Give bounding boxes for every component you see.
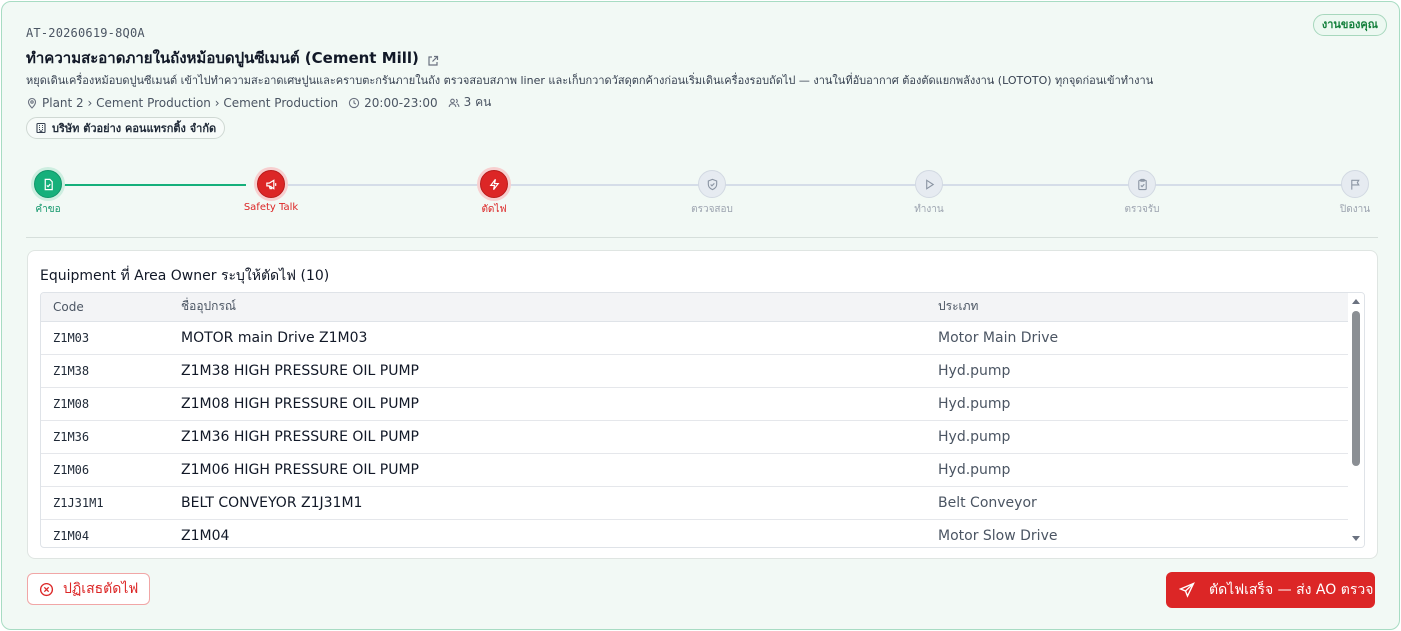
clock-icon [349,97,360,108]
location-text: Plant 2 › Cement Production › Cement Pro… [42,95,339,110]
cell-type: Motor Main Drive [926,321,1349,355]
reject-power-off-button[interactable]: ปฏิเสธตัดไฟ [27,573,151,605]
location-info: Plant 2 › Cement Production › Cement Pro… [26,96,338,110]
power-off-done-button[interactable]: ตัดไฟเสร็จ — ส่ง AO ตรวจ [1166,572,1375,608]
cell-name: Z1M38 HIGH PRESSURE OIL PUMP [169,354,926,388]
step-label: คำขอ [35,204,61,215]
cell-type: Hyd.pump [926,387,1349,421]
table-row[interactable]: Z1M38 Z1M38 HIGH PRESSURE OIL PUMP Hyd.p… [41,354,1349,388]
cell-type: Belt Conveyor [926,486,1349,520]
table-scrollbar[interactable] [1348,293,1364,547]
cell-name: Z1M04 [169,519,926,547]
step-close[interactable]: ปิดงาน [1315,170,1395,217]
column-header-name[interactable]: ชื่ออุปกรณ์ [169,293,926,322]
cell-name: Z1M06 HIGH PRESSURE OIL PUMP [169,453,926,487]
step-work[interactable]: ทำงาน [889,170,969,217]
file-check-icon [44,178,53,190]
table-row[interactable]: Z1M04 Z1M04 Motor Slow Drive [41,519,1349,547]
permit-card: AT-20260619-8Q0A งานของคุณ ทำความสะอาดภา… [1,1,1400,630]
task-description: หยุดเดินเครื่องหม้อบดปูนซีเมนต์ เข้าไปทำ… [26,74,1154,87]
cell-name: Z1M36 HIGH PRESSURE OIL PUMP [169,420,926,454]
step-circle [480,170,508,198]
table-header-row: Code ชื่ออุปกรณ์ ประเภท [41,293,1349,322]
megaphone-icon [265,178,276,190]
step-circle [915,170,943,198]
step-circle [257,170,285,198]
step-connector [271,184,1363,186]
cell-type: Hyd.pump [926,354,1349,388]
people-text: 3 คน [463,95,492,109]
task-meta: Plant 2 › Cement Production › Cement Pro… [26,93,491,112]
step-circle [1128,170,1156,198]
table-row[interactable]: Z1M36 Z1M36 HIGH PRESSURE OIL PUMP Hyd.p… [41,420,1349,454]
title-row: ทำความสะอาดภายในถังหม้อบดปูนซีเมนต์ (Cem… [26,46,439,70]
company-badge: บริษัท ตัวอย่าง คอนแทรกติ้ง จำกัด [26,117,226,139]
cell-code: Z1M03 [41,321,169,355]
step-label: ตรวจสอบ [691,204,733,215]
step-circle [34,170,62,198]
flag-icon [1350,179,1360,190]
cell-type: Hyd.pump [926,453,1349,487]
cell-name: MOTOR main Drive Z1M03 [169,321,926,355]
cell-type: Hyd.pump [926,420,1349,454]
step-label: ตัดไฟ [481,204,507,215]
step-circle [1341,170,1369,198]
step-label: ตรวจรับ [1124,204,1160,215]
external-link-icon[interactable] [427,52,439,66]
play-icon [925,178,934,190]
send-icon [1179,582,1195,598]
map-pin-icon [27,97,37,109]
cell-code: Z1M08 [41,387,169,421]
cell-name: BELT CONVEYOR Z1J31M1 [169,486,926,520]
your-task-badge: งานของคุณ [1312,14,1387,36]
cell-code: Z1M38 [41,354,169,388]
step-request[interactable]: คำขอ [8,170,88,217]
table-row[interactable]: Z1M03 MOTOR main Drive Z1M03 Motor Main … [41,321,1349,355]
building-icon [36,122,46,134]
shield-check-icon [707,178,717,190]
step-circle [698,170,726,198]
scroll-down-arrow-icon[interactable] [1352,536,1360,541]
workflow-stepper: คำขอ Safety Talk ตัดไฟ ตรวจสอบ ทำงาน ตรว… [26,170,1378,220]
step-inspect[interactable]: ตรวจสอบ [672,170,752,217]
table-row[interactable]: Z1M06 Z1M06 HIGH PRESSURE OIL PUMP Hyd.p… [41,453,1349,487]
people-info: 3 คน [448,93,492,112]
cell-code: Z1M04 [41,519,169,547]
step-power-off[interactable]: ตัดไฟ [454,170,534,217]
time-info: 20:00-23:00 [348,96,438,110]
scrollbar-thumb[interactable] [1352,311,1360,466]
done-button-label: ตัดไฟเสร็จ — ส่ง AO ตรวจ [1209,582,1374,598]
equipment-panel-title: Equipment ที่ Area Owner ระบุให้ตัดไฟ (1… [40,268,330,284]
step-safety-talk[interactable]: Safety Talk [231,170,311,213]
equipment-table: Code ชื่ออุปกรณ์ ประเภท Z1M03 MOTOR main… [40,292,1365,548]
company-name: บริษัท ตัวอย่าง คอนแทรกติ้ง จำกัด [52,122,217,135]
page-title: ทำความสะอาดภายในถังหม้อบดปูนซีเมนต์ (Cem… [26,49,419,67]
cell-code: Z1M36 [41,420,169,454]
cell-name: Z1M08 HIGH PRESSURE OIL PUMP [169,387,926,421]
table-row[interactable]: Z1M08 Z1M08 HIGH PRESSURE OIL PUMP Hyd.p… [41,387,1349,421]
step-label: ทำงาน [914,204,944,215]
lightning-icon [489,178,499,190]
step-label: ปิดงาน [1339,204,1371,215]
column-header-type[interactable]: ประเภท [926,293,1349,322]
cell-code: Z1J31M1 [41,486,169,520]
cell-type: Motor Slow Drive [926,519,1349,547]
clipboard-check-icon [1137,178,1147,190]
time-text: 20:00-23:00 [364,95,438,110]
column-header-code[interactable]: Code [41,293,169,322]
step-label: Safety Talk [243,202,299,213]
table-row[interactable]: Z1J31M1 BELT CONVEYOR Z1J31M1 Belt Conve… [41,486,1349,520]
x-circle-icon [39,582,54,596]
cell-code: Z1M06 [41,453,169,487]
users-icon [448,98,460,107]
step-accept[interactable]: ตรวจรับ [1102,170,1182,217]
scroll-up-arrow-icon[interactable] [1352,299,1360,304]
divider [26,237,1378,238]
reject-button-label: ปฏิเสธตัดไฟ [63,581,139,597]
equipment-panel: Equipment ที่ Area Owner ระบุให้ตัดไฟ (1… [27,250,1378,559]
permit-id: AT-20260619-8Q0A [26,26,145,40]
